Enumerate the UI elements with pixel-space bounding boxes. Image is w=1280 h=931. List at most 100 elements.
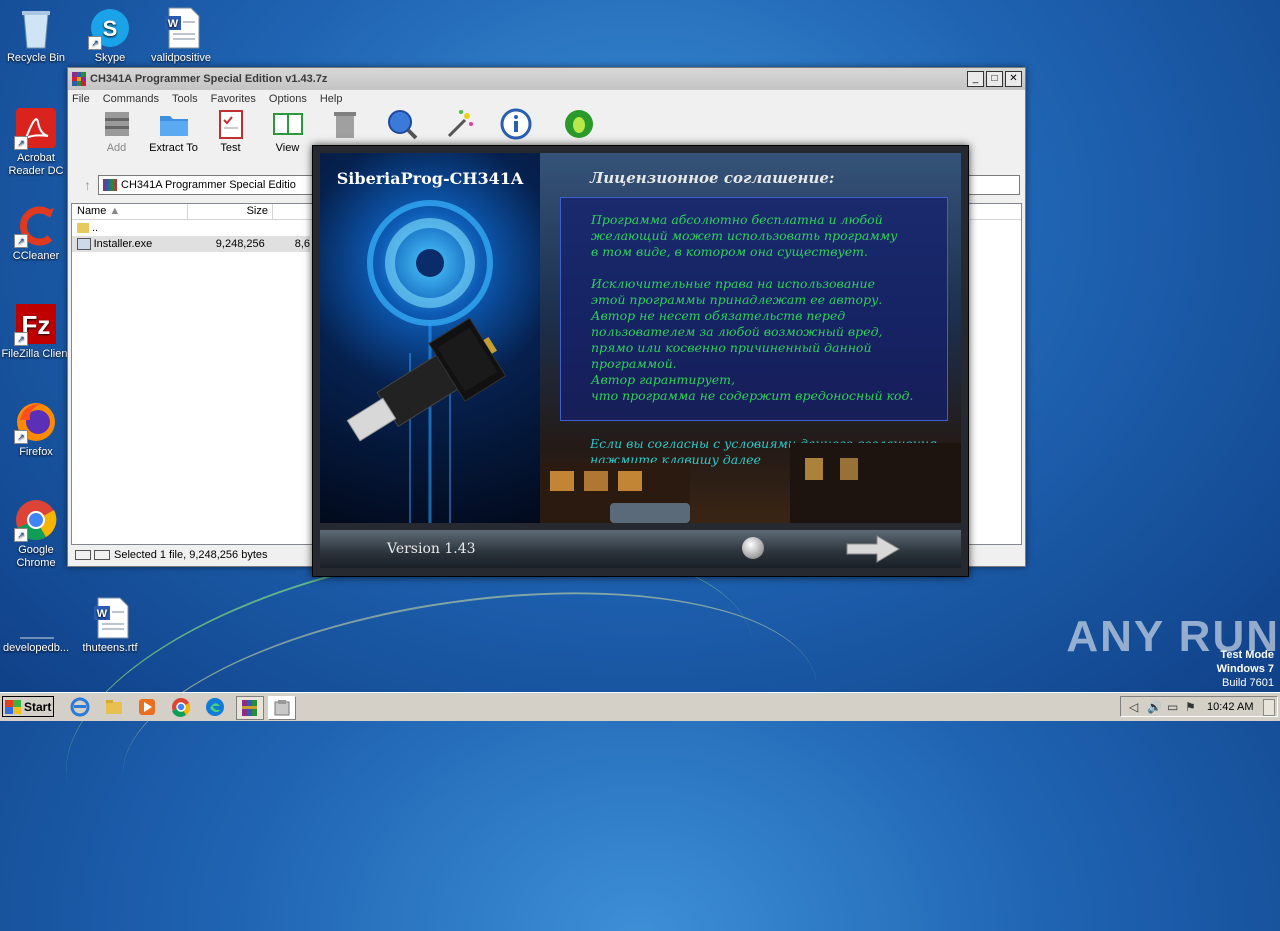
- column-name-label: Name: [77, 205, 107, 217]
- desktop-icon-acrobat[interactable]: ↗ Acrobat Reader DC: [0, 106, 72, 178]
- skype-icon: S ↗: [88, 6, 132, 50]
- desktop-icon-chrome[interactable]: ↗ Google Chrome: [0, 498, 72, 570]
- test-mode-line: Build 7601: [1222, 677, 1274, 689]
- delete-button[interactable]: [316, 108, 373, 142]
- shortcut-arrow-icon: ↗: [14, 234, 28, 248]
- folder-icon: [77, 223, 89, 233]
- close-button[interactable]: ✕: [1005, 71, 1022, 87]
- menu-help[interactable]: Help: [320, 93, 343, 105]
- desktop-icon-label: CCleaner: [12, 250, 60, 262]
- test-button[interactable]: Test: [202, 108, 259, 154]
- chrome-icon: ↗: [14, 498, 58, 542]
- license-line: в том виде, в котором она существует.: [591, 244, 868, 259]
- info-icon: [500, 108, 532, 140]
- start-button[interactable]: Start: [2, 696, 54, 717]
- night-scene-illustration: [540, 443, 961, 523]
- desktop-icon-label: Skype: [94, 52, 126, 64]
- address-text: CH341A Programmer Special Editio: [121, 179, 296, 191]
- virus-scan-button[interactable]: [550, 108, 607, 142]
- menu-favorites[interactable]: Favorites: [211, 93, 256, 105]
- desktop-icon-label: Google Chrome: [16, 544, 56, 569]
- up-folder-icon[interactable]: ↑: [84, 177, 91, 193]
- desktop-icon-label: validpositive: [151, 52, 211, 64]
- next-arrow-button[interactable]: [845, 534, 901, 564]
- svg-text:W: W: [168, 18, 179, 30]
- svg-text:W: W: [97, 608, 108, 620]
- desktop-icon-skype[interactable]: S ↗ Skype: [74, 6, 146, 65]
- chrome-taskbar-icon[interactable]: [171, 697, 191, 717]
- wizard-button[interactable]: [430, 108, 487, 142]
- show-desktop-button[interactable]: [1263, 699, 1275, 716]
- license-line: Программа абсолютно бесплатна и любой: [591, 212, 883, 227]
- desktop-icon-filezilla[interactable]: Fz ↗ FileZilla Client: [0, 302, 72, 361]
- explorer-taskbar-icon[interactable]: [104, 697, 124, 717]
- extract-icon: [158, 108, 190, 140]
- test-label: Test: [220, 142, 241, 154]
- find-button[interactable]: [373, 108, 430, 142]
- test-mode-line: Windows 7: [1216, 663, 1274, 675]
- action-center-flag-icon[interactable]: ⚑: [1185, 700, 1196, 714]
- ie-taskbar-icon[interactable]: [70, 697, 90, 717]
- menu-bar: File Commands Tools Favorites Options He…: [68, 90, 1025, 108]
- license-paragraph-2: Исключительные права на использование эт…: [561, 260, 947, 404]
- file-name: ..: [92, 222, 99, 234]
- menu-file[interactable]: File: [72, 93, 90, 105]
- license-line: прямо или косвенно причиненный данной: [591, 340, 872, 355]
- extract-to-button[interactable]: Extract To: [145, 108, 202, 154]
- desktop-icon-ccleaner[interactable]: ↗ CCleaner: [0, 204, 72, 263]
- installer-taskbar-button[interactable]: [268, 696, 296, 720]
- clock[interactable]: 10:42 AM: [1207, 701, 1253, 713]
- installer-footer: Version 1.43: [320, 530, 961, 568]
- archiver-taskbar-button[interactable]: [236, 696, 264, 720]
- minimize-button[interactable]: _: [967, 71, 984, 87]
- media-player-taskbar-icon[interactable]: [137, 697, 157, 717]
- license-line: желающий может использовать программу: [591, 228, 898, 243]
- desktop-icon-label: Acrobat Reader DC: [8, 152, 64, 177]
- volume-icon[interactable]: 🔊: [1147, 700, 1162, 714]
- column-size-label: Size: [246, 205, 268, 217]
- desktop-icon-recycle-bin[interactable]: Recycle Bin: [0, 6, 72, 65]
- menu-tools[interactable]: Tools: [172, 93, 198, 105]
- file-size: 9,248,256: [215, 238, 265, 250]
- view-label: View: [275, 142, 300, 154]
- sort-arrow-icon: ▲: [109, 205, 121, 217]
- menu-options[interactable]: Options: [269, 93, 307, 105]
- start-label: Start: [24, 699, 52, 714]
- test-mode-line: Test Mode: [1220, 649, 1274, 661]
- find-icon: [386, 108, 418, 140]
- desktop-icon-label: FileZilla Client: [1, 348, 71, 360]
- info-button[interactable]: [487, 108, 544, 142]
- test-icon: [215, 108, 247, 140]
- add-icon: [101, 108, 133, 140]
- menu-commands[interactable]: Commands: [103, 93, 159, 105]
- shortcut-arrow-icon: ↗: [88, 36, 102, 50]
- column-size[interactable]: Size: [188, 204, 273, 219]
- svg-text:S: S: [103, 16, 118, 41]
- tray-expand-icon[interactable]: ◁: [1129, 700, 1138, 714]
- column-name[interactable]: Name ▲: [72, 204, 188, 219]
- table-row[interactable]: Installer.exe 9,248,256 8,6: [72, 236, 310, 252]
- word-document-icon: W: [159, 6, 203, 50]
- desktop-icon-validpositive[interactable]: W validpositive: [145, 6, 217, 65]
- desktop-icon-label: thuteens.rtf: [82, 642, 138, 654]
- title-bar[interactable]: CH341A Programmer Special Edition v1.43.…: [68, 68, 1025, 90]
- desktop-icon-developedb[interactable]: developedb...: [0, 596, 72, 655]
- device-illustration: [346, 200, 507, 523]
- maximize-button[interactable]: □: [986, 71, 1003, 87]
- desktop-icon-label: Firefox: [19, 446, 53, 458]
- desktop-icon-label: developedb...: [2, 642, 70, 654]
- desktop-icon-firefox[interactable]: ↗ Firefox: [0, 400, 72, 459]
- license-line: Автор гарантирует,: [591, 372, 735, 387]
- filezilla-icon: Fz ↗: [14, 302, 58, 346]
- virus-scan-icon: [563, 108, 595, 140]
- add-button[interactable]: Add: [88, 108, 145, 154]
- edge-taskbar-icon[interactable]: [205, 697, 225, 717]
- archive-app-icon: [242, 700, 257, 716]
- network-icon[interactable]: ▭: [1167, 700, 1178, 714]
- delete-icon: [329, 108, 361, 140]
- view-button[interactable]: View: [259, 108, 316, 154]
- add-label: Add: [106, 142, 127, 154]
- desktop-icon-thuteens[interactable]: W thuteens.rtf: [74, 596, 146, 655]
- view-icon: [272, 108, 304, 140]
- license-line: Исключительные права на использование: [591, 276, 875, 291]
